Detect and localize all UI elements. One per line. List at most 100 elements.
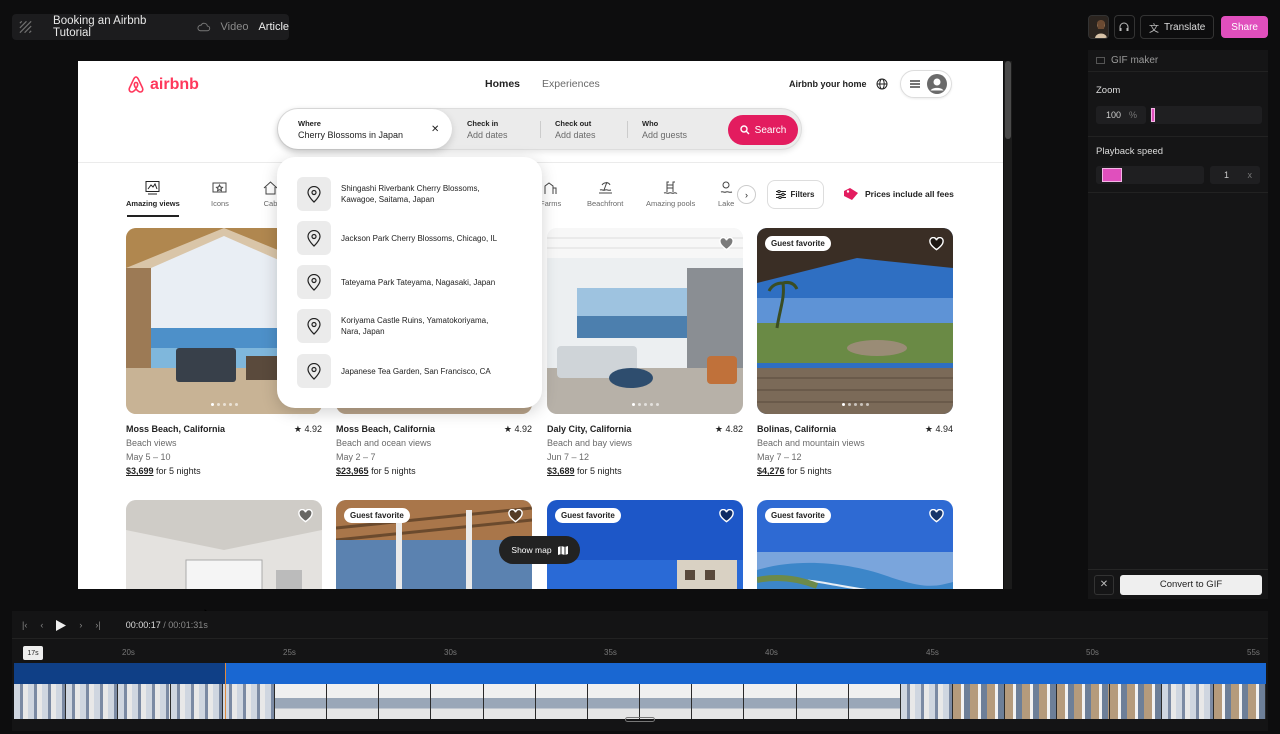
listing-card[interactable]: Guest favorite bbox=[757, 500, 953, 589]
listing-photo[interactable]: Guest favorite bbox=[757, 500, 953, 589]
share-button[interactable]: Share bbox=[1221, 16, 1268, 38]
favorite-heart-icon[interactable] bbox=[929, 509, 944, 523]
category-cabins[interactable]: Cab bbox=[263, 180, 278, 208]
show-map-button[interactable]: Show map bbox=[499, 536, 580, 564]
price-amount[interactable]: $4,276 bbox=[757, 466, 785, 476]
listing-card[interactable]: Guest favorite Bolinas, California ★ 4.9… bbox=[757, 228, 953, 478]
listing-photo[interactable] bbox=[547, 228, 743, 414]
suggestion-item[interactable]: Jackson Park Cherry Blossoms, Chicago, I… bbox=[297, 221, 506, 255]
user-avatar[interactable] bbox=[1088, 15, 1109, 39]
favorite-heart-icon[interactable] bbox=[508, 509, 523, 523]
price-amount[interactable]: $3,699 bbox=[126, 466, 154, 476]
listing-photo[interactable] bbox=[126, 500, 322, 589]
play-icon[interactable] bbox=[56, 619, 67, 631]
rating-value: 4.92 bbox=[514, 424, 532, 434]
chevron-right-icon: › bbox=[745, 189, 748, 200]
suggestion-item[interactable]: Tateyama Park Tateyama, Nagasaki, Japan bbox=[297, 265, 506, 299]
close-panel-button[interactable]: ✕ bbox=[1094, 574, 1114, 595]
zoom-input[interactable]: 100% bbox=[1096, 106, 1146, 124]
step-back-icon[interactable]: ‹ bbox=[40, 620, 43, 630]
suggestion-item[interactable]: Japanese Tea Garden, San Francisco, CA bbox=[297, 354, 506, 388]
favorite-heart-icon[interactable] bbox=[719, 237, 734, 251]
total-time: 00:01:31s bbox=[168, 620, 208, 630]
project-title-bar: Booking an Airbnb Tutorial Video Article bbox=[12, 14, 289, 40]
price-amount[interactable]: $3,689 bbox=[547, 466, 575, 476]
step-forward-icon[interactable]: › bbox=[79, 620, 82, 630]
suggestion-item[interactable]: Shingashi Riverbank Cherry Blossoms, Kaw… bbox=[297, 177, 506, 211]
user-menu-button[interactable] bbox=[900, 70, 952, 98]
skip-start-icon[interactable]: |‹ bbox=[22, 620, 27, 630]
tab-article[interactable]: Article bbox=[258, 21, 289, 33]
played-region bbox=[14, 663, 225, 684]
listing-photo[interactable]: Guest favorite bbox=[757, 228, 953, 414]
price-fees-toggle[interactable]: Prices include all fees bbox=[843, 187, 954, 201]
frame-thumbnails[interactable] bbox=[14, 684, 1266, 719]
speed-slider[interactable] bbox=[1096, 166, 1204, 184]
search-bar: Where Cherry Blossoms in Japan ✕ Check i… bbox=[277, 108, 802, 150]
app-logo-icon[interactable] bbox=[18, 19, 33, 35]
close-icon: ✕ bbox=[1099, 579, 1109, 590]
headphones-button[interactable] bbox=[1113, 15, 1135, 39]
category-label: Cab bbox=[263, 199, 278, 208]
gif-maker-header: GIF maker bbox=[1088, 50, 1268, 72]
listing-card[interactable] bbox=[126, 500, 322, 589]
category-farms[interactable]: Farms bbox=[540, 180, 561, 208]
checkin-field[interactable]: Check in Add dates bbox=[467, 109, 508, 149]
globe-icon[interactable] bbox=[876, 78, 888, 90]
category-label: Farms bbox=[540, 199, 562, 208]
tab-video[interactable]: Video bbox=[221, 21, 249, 33]
where-field[interactable]: Where Cherry Blossoms in Japan ✕ bbox=[278, 109, 452, 149]
listing-location: Moss Beach, California bbox=[336, 424, 436, 434]
favorite-heart-icon[interactable] bbox=[719, 509, 734, 523]
checkin-label: Check in bbox=[467, 118, 499, 128]
speed-input[interactable]: 1x bbox=[1210, 166, 1260, 184]
category-amazing-views[interactable]: Amazing views bbox=[126, 180, 180, 217]
playhead-line[interactable] bbox=[225, 663, 226, 719]
project-title[interactable]: Booking an Airbnb Tutorial bbox=[53, 15, 179, 39]
convert-to-gif-button[interactable]: Convert to GIF bbox=[1120, 574, 1262, 595]
category-next-button[interactable]: › bbox=[737, 185, 756, 204]
gif-icon bbox=[1096, 57, 1105, 64]
favorite-heart-icon[interactable] bbox=[298, 509, 313, 523]
category-beachfront[interactable]: Beachfront bbox=[587, 180, 623, 208]
category-icons[interactable]: Icons bbox=[211, 180, 229, 208]
clear-search-icon[interactable]: ✕ bbox=[431, 124, 439, 135]
where-value[interactable]: Cherry Blossoms in Japan bbox=[298, 130, 452, 140]
recording-frame: airbnb Homes Experiences Airbnb your hom… bbox=[78, 61, 1003, 589]
ruler-tick: 40s bbox=[765, 648, 778, 657]
search-button-label: Search bbox=[754, 124, 787, 136]
beachfront-icon bbox=[598, 181, 612, 194]
suggestion-item[interactable]: Koriyama Castle Ruins, Yamatokoriyama, N… bbox=[297, 309, 506, 343]
timeline-ruler[interactable]: 20s 25s 30s 35s 40s 45s 50s 55s bbox=[12, 638, 1268, 660]
guests-field[interactable]: Who Add guests bbox=[642, 109, 687, 149]
category-amazing-pools[interactable]: Amazing pools bbox=[646, 180, 695, 208]
frame-scrollbar[interactable] bbox=[1004, 61, 1012, 589]
airbnb-logo[interactable]: airbnb bbox=[126, 75, 199, 95]
location-pin-icon bbox=[297, 265, 331, 299]
skip-end-icon[interactable]: ›| bbox=[95, 620, 100, 630]
filters-button[interactable]: Filters bbox=[767, 180, 824, 209]
nav-homes[interactable]: Homes bbox=[485, 78, 520, 90]
playhead-time-tag[interactable]: 17s bbox=[23, 646, 43, 660]
zoom-slider[interactable] bbox=[1150, 106, 1262, 124]
timeline-scroll-handle[interactable] bbox=[625, 717, 655, 722]
listing-card[interactable]: Daly City, California ★ 4.82 Beach and b… bbox=[547, 228, 743, 478]
listing-photo-image bbox=[757, 228, 953, 414]
timeline-panel: |‹ ‹ › ›| 00:00:17 / 00:01:31s 20s 25s 3… bbox=[12, 611, 1268, 731]
host-link[interactable]: Airbnb your home bbox=[789, 79, 867, 89]
clip-track[interactable] bbox=[14, 663, 1266, 684]
nav-experiences[interactable]: Experiences bbox=[542, 78, 600, 90]
icons-category-icon bbox=[212, 182, 227, 193]
checkout-label: Check out bbox=[555, 118, 592, 128]
ruler-tick: 25s bbox=[283, 648, 296, 657]
favorite-heart-icon[interactable] bbox=[929, 237, 944, 251]
search-button[interactable]: Search bbox=[728, 115, 798, 145]
checkout-field[interactable]: Check out Add dates bbox=[555, 109, 596, 149]
category-lake[interactable]: Lake bbox=[718, 180, 734, 208]
photo-pagination bbox=[757, 403, 953, 406]
guest-favorite-badge: Guest favorite bbox=[765, 236, 831, 251]
price-amount[interactable]: $23,965 bbox=[336, 466, 369, 476]
translate-button[interactable]: 文 Translate bbox=[1139, 15, 1215, 39]
zoom-slider-thumb[interactable] bbox=[1151, 108, 1155, 122]
speed-slider-thumb[interactable] bbox=[1102, 168, 1122, 182]
